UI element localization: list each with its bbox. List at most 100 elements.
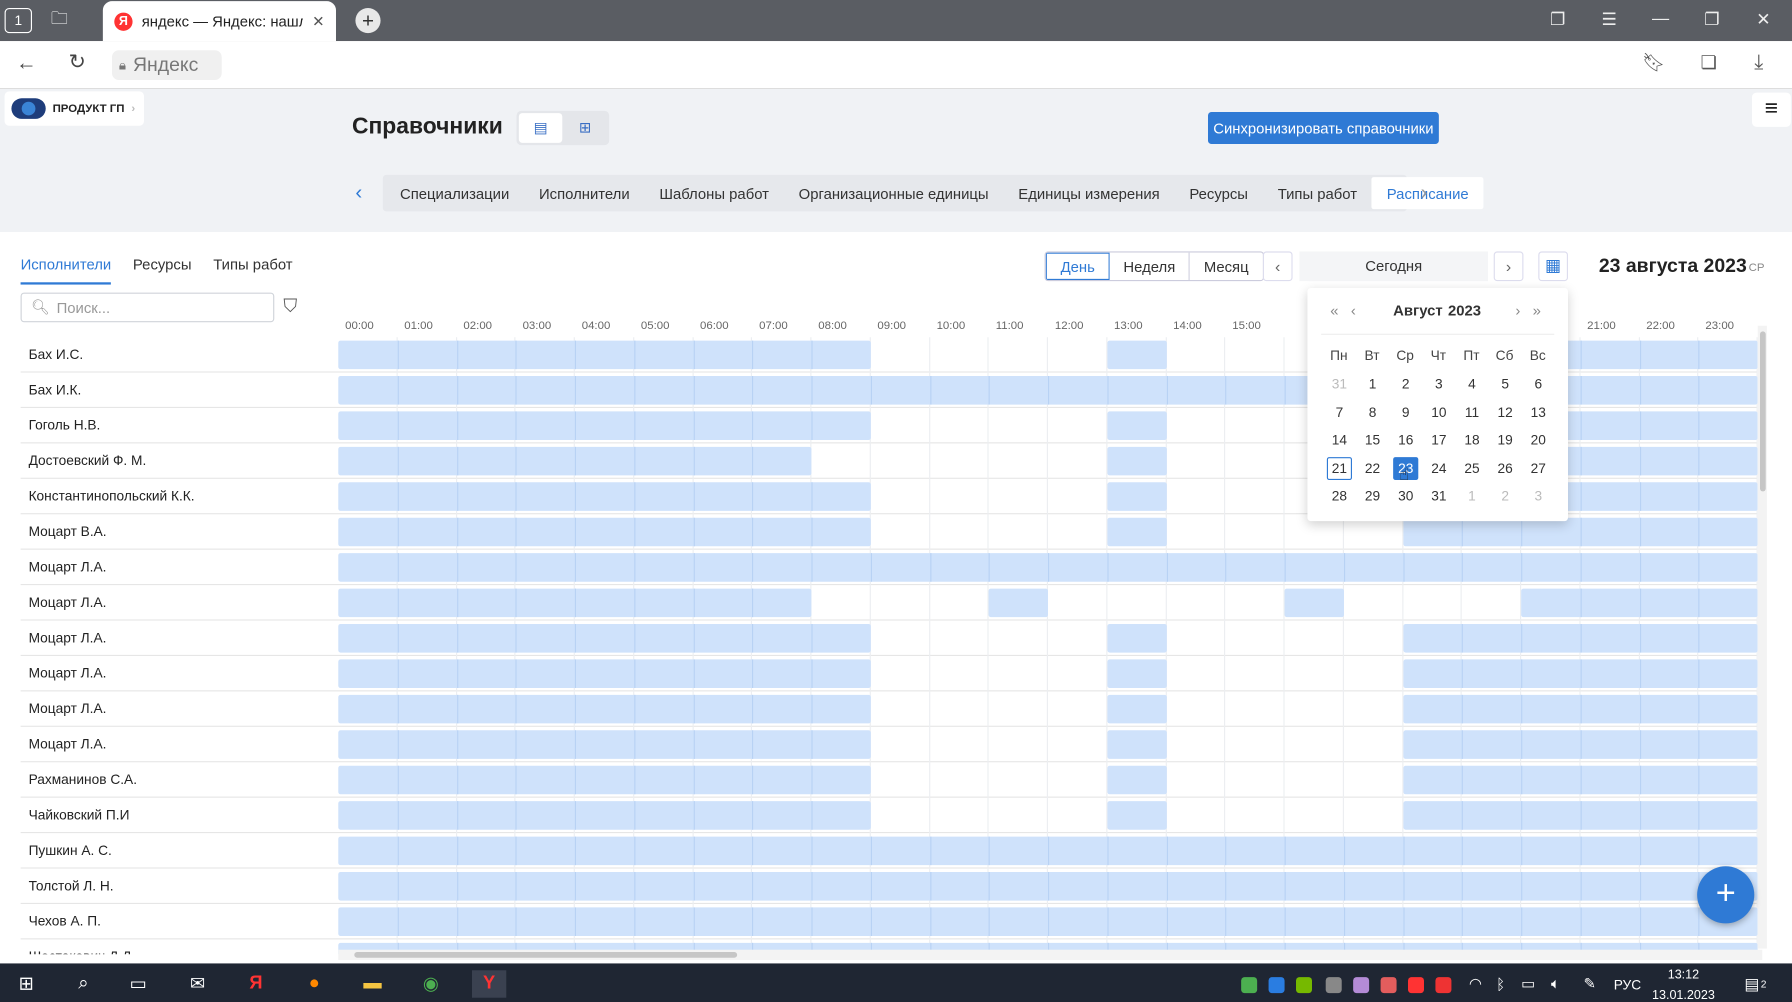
calendar-day[interactable]: 27	[1526, 457, 1551, 480]
browser-active-tab[interactable]: Я яндекс — Яндекс: нашлось ✕	[102, 1, 336, 42]
availability-block[interactable]	[338, 801, 871, 830]
chrome-icon[interactable]: ◉	[416, 970, 446, 997]
yandex-icon[interactable]: Я	[241, 970, 271, 997]
time-cell[interactable]	[989, 443, 1048, 479]
availability-block[interactable]	[338, 517, 871, 547]
calendar-day[interactable]: 2	[1393, 373, 1418, 396]
horizontal-scroll-thumb[interactable]	[354, 951, 738, 958]
nvidia-icon[interactable]	[1295, 977, 1312, 994]
availability-block[interactable]	[1107, 482, 1167, 511]
period-button[interactable]: Месяц	[1190, 252, 1263, 280]
time-cell[interactable]	[1225, 585, 1285, 621]
availability-block[interactable]	[338, 623, 871, 653]
time-cell[interactable]	[1225, 655, 1285, 692]
time-cell[interactable]	[1166, 337, 1226, 373]
table-row[interactable]: Моцарт Л.А.	[20, 620, 1758, 656]
time-cell[interactable]	[930, 443, 989, 479]
time-cell[interactable]	[871, 655, 930, 692]
time-cell[interactable]	[1285, 691, 1344, 727]
vertical-scroll-thumb[interactable]	[1759, 331, 1766, 492]
back-icon[interactable]: ←	[16, 51, 37, 75]
time-cell[interactable]	[1107, 585, 1167, 621]
time-cell[interactable]	[1048, 655, 1108, 692]
availability-block[interactable]	[338, 694, 871, 724]
calendar-day[interactable]: 5	[1493, 373, 1518, 396]
filter-icon[interactable]: ⛉	[283, 297, 297, 318]
time-cell[interactable]	[1166, 797, 1226, 834]
time-cell[interactable]	[811, 585, 871, 621]
table-row[interactable]: Моцарт Л.А.	[20, 549, 1758, 586]
time-cell[interactable]	[1462, 585, 1522, 621]
restore-icon[interactable]: ❐	[1699, 9, 1724, 29]
time-cell[interactable]	[1166, 726, 1226, 763]
hierarchy-view-icon[interactable]: ⊞	[563, 113, 606, 143]
availability-block[interactable]	[338, 765, 871, 795]
time-cell[interactable]	[1344, 691, 1403, 727]
availability-block[interactable]	[338, 482, 871, 511]
calendar-day[interactable]: 17	[1426, 429, 1451, 452]
menu-icon[interactable]: ☰	[1597, 9, 1622, 29]
calendar-day[interactable]: 30	[1393, 485, 1418, 508]
availability-block[interactable]	[1107, 340, 1167, 370]
taskbar-clock[interactable]: 13:12 13.01.2023	[1646, 967, 1721, 1002]
time-cell[interactable]	[1225, 762, 1285, 798]
time-cell[interactable]	[1225, 443, 1285, 479]
calendar-day[interactable]: 9	[1393, 401, 1418, 424]
time-cell[interactable]	[1048, 620, 1108, 656]
tray-shield-icon[interactable]	[1435, 977, 1452, 994]
windows-start-icon[interactable]: ⊞	[11, 970, 41, 997]
time-cell[interactable]	[1225, 797, 1285, 834]
subtab-item[interactable]: Шаблоны работ	[644, 177, 783, 209]
time-cell[interactable]	[1048, 762, 1108, 798]
subtab-item[interactable]: Типы работ	[1263, 177, 1372, 209]
time-cell[interactable]	[871, 797, 930, 834]
time-cell[interactable]	[1344, 762, 1403, 798]
task-view-icon[interactable]: ▭	[123, 970, 153, 997]
subtabs-prev-icon[interactable]: ‹	[355, 181, 362, 205]
time-cell[interactable]	[930, 407, 989, 444]
availability-block[interactable]	[988, 588, 1048, 618]
time-cell[interactable]	[1048, 478, 1108, 515]
availability-block[interactable]	[1402, 517, 1758, 547]
calendar-day[interactable]: 1	[1459, 485, 1484, 508]
availability-block[interactable]	[1107, 659, 1167, 688]
availability-block[interactable]	[1107, 730, 1167, 759]
time-cell[interactable]	[1225, 407, 1285, 444]
extensions-icon[interactable]: ❏	[1701, 51, 1717, 74]
time-cell[interactable]	[1048, 514, 1108, 550]
subtab-item[interactable]: Ресурсы	[1175, 177, 1263, 209]
time-cell[interactable]	[1344, 620, 1403, 656]
time-cell[interactable]	[930, 620, 989, 656]
subtab-item[interactable]: Специализации	[385, 177, 524, 209]
time-cell[interactable]	[871, 585, 930, 621]
time-cell[interactable]	[1048, 726, 1108, 763]
availability-block[interactable]	[1284, 588, 1344, 618]
time-cell[interactable]	[871, 337, 930, 373]
time-cell[interactable]	[1344, 797, 1403, 834]
calendar-day[interactable]: 14	[1327, 429, 1352, 452]
availability-block[interactable]	[1107, 517, 1167, 547]
calendar-day[interactable]: 7	[1327, 401, 1352, 424]
availability-block[interactable]	[338, 871, 1758, 901]
availability-block[interactable]	[1402, 765, 1758, 795]
subtab-item[interactable]: Единицы измерения	[1003, 177, 1174, 209]
period-button[interactable]: Неделя	[1109, 252, 1191, 280]
table-row[interactable]: Рахманинов С.А.	[20, 762, 1758, 798]
minimize-icon[interactable]: —	[1648, 9, 1673, 28]
time-cell[interactable]	[930, 514, 989, 550]
time-cell[interactable]	[1166, 762, 1226, 798]
tab-counter-icon[interactable]: 1	[4, 7, 32, 34]
prev-day-button[interactable]: ‹	[1262, 251, 1293, 282]
left-tab-item[interactable]: Типы работ	[213, 256, 292, 285]
availability-block[interactable]	[1402, 801, 1758, 830]
next-day-button[interactable]: ›	[1493, 251, 1524, 282]
availability-block[interactable]	[1107, 694, 1167, 724]
time-cell[interactable]	[989, 691, 1048, 727]
calendar-day[interactable]: 15	[1360, 429, 1385, 452]
time-cell[interactable]	[1225, 691, 1285, 727]
availability-block[interactable]	[338, 836, 1758, 866]
calendar-day[interactable]: 12	[1493, 401, 1518, 424]
calendar-day[interactable]: 31	[1327, 373, 1352, 396]
tray-app-icon[interactable]	[1353, 977, 1370, 994]
calendar-day[interactable]: 25	[1459, 457, 1484, 480]
